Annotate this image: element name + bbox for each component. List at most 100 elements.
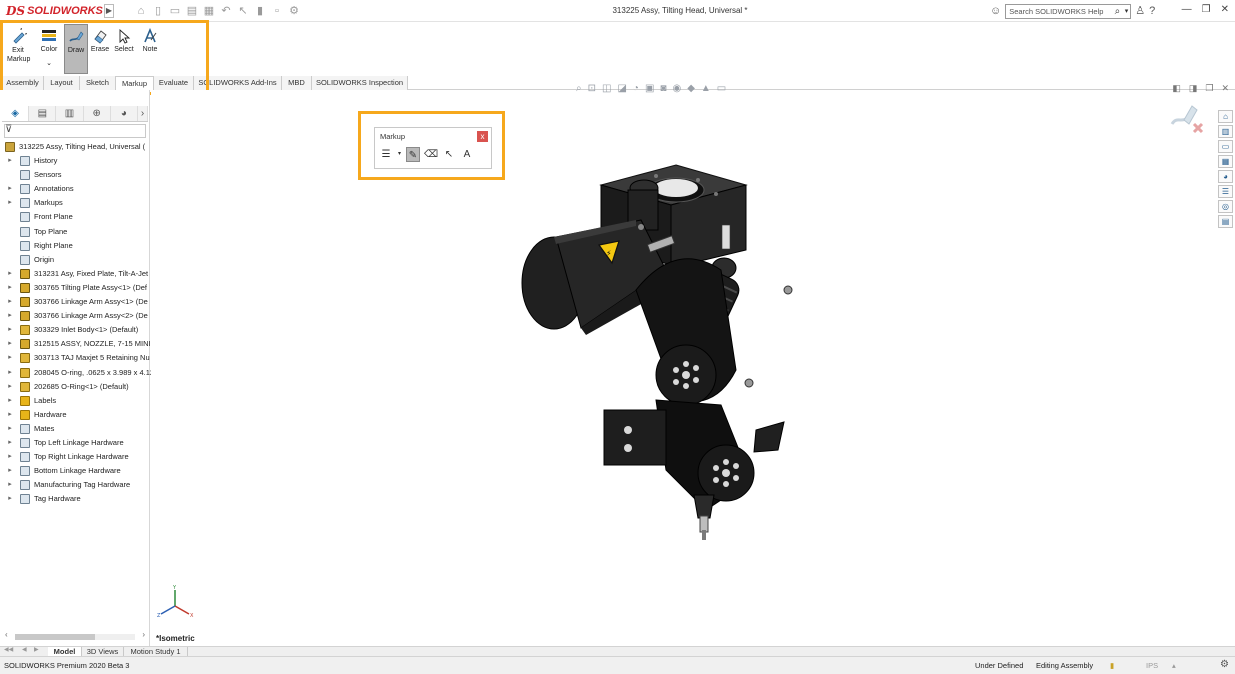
tab-solidworks-inspection[interactable]: SOLIDWORKS Inspection bbox=[312, 76, 408, 90]
scroll-left-icon[interactable]: ‹ bbox=[5, 630, 8, 639]
tab-evaluate[interactable]: Evaluate bbox=[154, 76, 194, 90]
tree-filter-input[interactable] bbox=[4, 124, 146, 138]
configuration-manager-tab-icon[interactable]: ▥ bbox=[56, 106, 84, 121]
zoom-to-fit-icon[interactable]: ⌕ bbox=[576, 83, 582, 94]
restore-icon[interactable]: ❐ bbox=[1202, 4, 1211, 15]
tree-item[interactable]: ▸ 312515 ASSY, NOZZLE, 7-15 MINI bbox=[0, 337, 151, 351]
unit-system-text[interactable]: IPS bbox=[1146, 661, 1158, 670]
tree-item[interactable]: ▸ 303713 TAJ Maxjet 5 Retaining Nu bbox=[0, 351, 150, 365]
view-palette-icon[interactable]: ▦ bbox=[1218, 155, 1233, 168]
tree-item[interactable]: ▸ Manufacturing Tag Hardware bbox=[0, 478, 150, 492]
expand-arrow-icon[interactable]: ▸ bbox=[6, 492, 14, 506]
save-icon[interactable]: ▤ bbox=[185, 4, 199, 18]
graphics-area[interactable]: ⌕ ⊡ ◫ ◪ ◔ ▣ ◙ ◉ ◆ ▲ ▭ ◧ ◨ ❐ ✕ Markup x ☰… bbox=[151, 83, 1235, 646]
draw-button[interactable]: Draw bbox=[64, 24, 88, 74]
print-icon[interactable]: ▦ bbox=[202, 4, 216, 18]
doc-tile-icon[interactable]: ◧ bbox=[1172, 83, 1181, 94]
tree-item[interactable]: ▸ Mates bbox=[0, 422, 150, 436]
expand-arrow-icon[interactable]: ▸ bbox=[6, 337, 14, 351]
custom-properties-icon[interactable]: ☰ bbox=[1218, 185, 1233, 198]
tree-item[interactable]: ▸ 303329 Inlet Body<1> (Default) bbox=[0, 323, 150, 337]
panel-more-arrow-icon[interactable]: › bbox=[138, 106, 149, 121]
options-gear-icon[interactable]: ⚙ bbox=[287, 4, 301, 18]
tree-root[interactable]: 313225 Assy, Tilting Head, Universal ( bbox=[0, 140, 150, 154]
tab-sketch[interactable]: Sketch bbox=[80, 76, 116, 90]
doc-close-icon[interactable]: ✕ bbox=[1221, 83, 1229, 94]
flyout-note-icon[interactable]: A bbox=[460, 147, 474, 162]
expand-arrow-icon[interactable]: ▸ bbox=[6, 267, 14, 281]
select-button[interactable]: Select bbox=[113, 28, 135, 74]
status-customize-icon[interactable]: ⚙ bbox=[1220, 659, 1229, 670]
menu-expand-arrow-icon[interactable]: ▶ bbox=[104, 4, 114, 18]
markup-flyout-close-icon[interactable]: x bbox=[477, 131, 488, 142]
doc-restore-icon[interactable]: ❐ bbox=[1205, 83, 1213, 94]
view-settings-icon[interactable]: ▭ bbox=[717, 83, 726, 94]
tree-item[interactable]: ▸ 303765 Tilting Plate Assy<1> (Def bbox=[0, 281, 150, 295]
tab-assembly[interactable]: Assembly bbox=[2, 76, 44, 90]
expand-arrow-icon[interactable]: ▸ bbox=[6, 464, 14, 478]
expand-arrow-icon[interactable]: ▸ bbox=[6, 478, 14, 492]
expand-arrow-icon[interactable]: ▸ bbox=[6, 436, 14, 450]
help-icon[interactable]: ? bbox=[1149, 3, 1155, 19]
tree-item[interactable]: ▸ Labels bbox=[0, 394, 150, 408]
tree-item[interactable]: ▸ Top Right Linkage Hardware bbox=[0, 450, 150, 464]
zoom-area-icon[interactable]: ⊡ bbox=[588, 83, 596, 94]
tree-item[interactable]: ▸ Tag Hardware bbox=[0, 492, 150, 506]
minimize-icon[interactable]: — bbox=[1182, 4, 1192, 15]
home-icon[interactable]: ⌂ bbox=[134, 4, 148, 18]
forum-icon[interactable]: ◎ bbox=[1218, 200, 1233, 213]
display-style-icon[interactable]: ◙ bbox=[660, 83, 666, 94]
tree-item[interactable]: Sensors bbox=[0, 168, 150, 182]
exit-markup-button[interactable]: Exit Markup bbox=[7, 28, 31, 74]
expand-arrow-icon[interactable]: ▸ bbox=[6, 450, 14, 464]
new-document-icon[interactable]: ▯ bbox=[151, 4, 165, 18]
expand-arrow-icon[interactable]: ▸ bbox=[6, 182, 14, 196]
feature-manager-tab-icon[interactable]: ◈ bbox=[2, 106, 30, 121]
tree-item[interactable]: ▸ Annotations bbox=[0, 182, 150, 196]
expand-arrow-icon[interactable]: ▸ bbox=[6, 154, 14, 168]
tilting-head-3d-model[interactable]: ⚡ bbox=[516, 150, 846, 545]
smiley-feedback-icon[interactable]: ☺ bbox=[990, 3, 1001, 19]
open-icon[interactable]: ▭ bbox=[168, 4, 182, 18]
select-arrow-icon[interactable]: ↖ bbox=[236, 4, 250, 18]
flyout-color-icon[interactable]: ☰ bbox=[379, 147, 393, 162]
file-properties-icon[interactable]: ▫ bbox=[270, 4, 284, 18]
tab-solidworks-add-ins[interactable]: SOLIDWORKS Add-Ins bbox=[194, 76, 282, 90]
design-library-icon[interactable]: ▥ bbox=[1218, 125, 1233, 138]
previous-view-icon[interactable]: ◫ bbox=[602, 83, 611, 94]
tab-mbd[interactable]: MBD bbox=[282, 76, 312, 90]
file-explorer-icon[interactable]: ▭ bbox=[1218, 140, 1233, 153]
undo-icon[interactable]: ↶ bbox=[219, 4, 233, 18]
flyout-draw-icon[interactable]: ✎ bbox=[406, 147, 420, 162]
expand-arrow-icon[interactable]: ▸ bbox=[6, 366, 14, 380]
tab-markup[interactable]: Markup bbox=[116, 76, 154, 90]
hide-show-icon[interactable]: ◉ bbox=[672, 83, 681, 94]
expand-arrow-icon[interactable]: ▸ bbox=[6, 351, 14, 365]
tab-scroll-next-icon[interactable]: ▶ bbox=[34, 646, 39, 653]
rebuild-indicator-icon[interactable]: ▮ bbox=[1110, 661, 1114, 670]
tree-item[interactable]: ▸ 303766 Linkage Arm Assy<1> (De bbox=[0, 295, 150, 309]
expand-arrow-icon[interactable]: ▸ bbox=[6, 295, 14, 309]
expand-arrow-icon[interactable]: ▸ bbox=[6, 196, 14, 210]
tree-item[interactable]: ▸ Top Left Linkage Hardware bbox=[0, 436, 150, 450]
tree-item[interactable]: ▸ 208045 O-ring, .0625 x 3.989 x 4.12 bbox=[0, 366, 154, 380]
erase-button[interactable]: Erase bbox=[89, 28, 111, 74]
tab-scroll-prev-icon[interactable]: ◀ bbox=[22, 646, 27, 653]
view-orientation-icon[interactable]: ▣ bbox=[645, 83, 654, 94]
color-dropdown-icon[interactable]: ⌄ bbox=[37, 59, 61, 67]
help-search-input[interactable]: Search SOLIDWORKS Help ⌕ ▾ bbox=[1005, 3, 1132, 19]
close-icon[interactable]: ✕ bbox=[1221, 4, 1229, 15]
solidworks-logo[interactable]: DS SOLIDWORKS bbox=[6, 3, 103, 19]
tree-item[interactable]: Right Plane bbox=[0, 239, 150, 253]
dynamic-annotation-icon[interactable]: ◔ bbox=[633, 83, 639, 94]
search-dropdown-icon[interactable]: ▾ bbox=[1125, 5, 1129, 18]
dimxpert-tab-icon[interactable]: ⊕ bbox=[84, 106, 111, 121]
expand-arrow-icon[interactable]: ▸ bbox=[6, 422, 14, 436]
section-view-icon[interactable]: ◪ bbox=[617, 83, 626, 94]
search-icon[interactable]: ⌕ bbox=[1115, 5, 1121, 18]
apply-scene-icon[interactable]: ▲ bbox=[701, 83, 711, 94]
tree-item[interactable]: ▸ Hardware bbox=[0, 408, 150, 422]
scroll-thumb[interactable] bbox=[15, 634, 95, 640]
color-button[interactable]: Color ⌄ bbox=[37, 28, 61, 74]
expand-arrow-icon[interactable]: ▸ bbox=[6, 408, 14, 422]
